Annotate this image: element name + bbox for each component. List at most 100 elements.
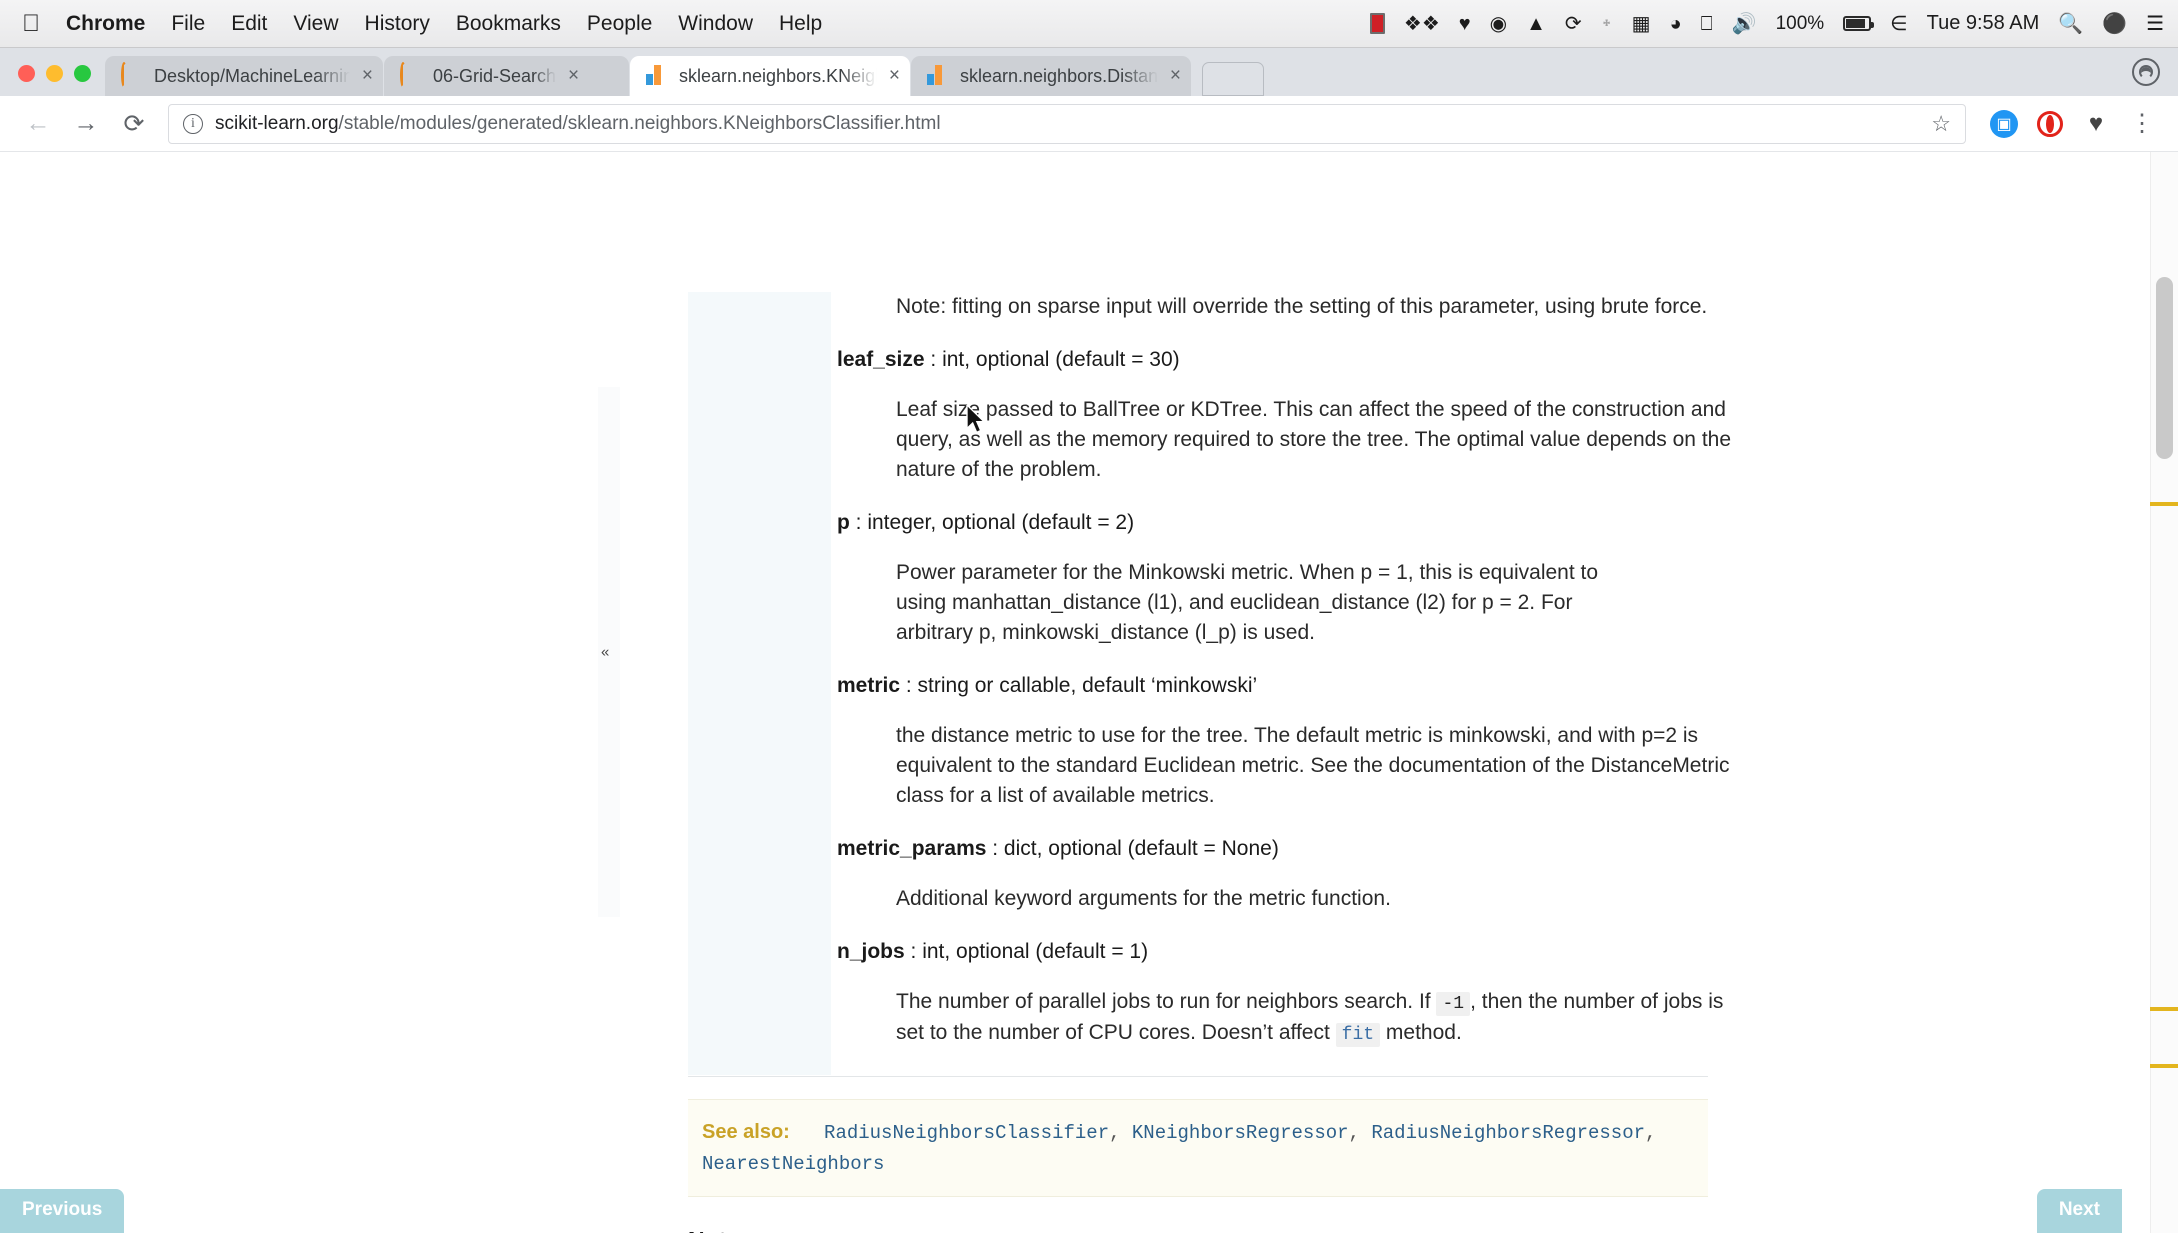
param-spec: : integer, optional (default = 2) — [849, 510, 1135, 534]
see-also-box: See also: RadiusNeighborsClassifier, KNe… — [688, 1098, 1708, 1198]
njobs-text-a: The number of parallel jobs to run for n… — [896, 990, 1437, 1014]
window-zoom-button[interactable] — [74, 65, 91, 82]
tab-close-icon[interactable]: × — [568, 65, 579, 87]
see-also-link-radiusneighborsregressor[interactable]: RadiusNeighborsRegressor — [1371, 1122, 1645, 1144]
menu-item-edit[interactable]: Edit — [231, 12, 267, 36]
menu-item-view[interactable]: View — [293, 12, 338, 36]
bookmark-star-icon[interactable]: ☆ — [1931, 111, 1951, 137]
wifi-icon[interactable]: ◕ — [1670, 14, 1682, 34]
tab-title: 06-Grid-Search — [433, 65, 557, 86]
page-scrollbar[interactable] — [2150, 152, 2178, 1233]
menu-item-history[interactable]: History — [365, 12, 430, 36]
new-tab-button[interactable] — [1202, 62, 1264, 96]
see-also-label: See also: — [702, 1120, 790, 1143]
menu-bar-clock[interactable]: Tue 9:58 AM — [1927, 12, 2040, 35]
notification-center-icon[interactable]: ☰ — [2146, 14, 2164, 34]
profile-avatar-icon[interactable] — [2132, 58, 2160, 86]
scikit-learn-icon — [646, 65, 668, 87]
volume-icon[interactable]: 🔊 — [1732, 14, 1757, 34]
see-also-link-nearestneighbors[interactable]: NearestNeighbors — [702, 1153, 884, 1175]
cn-app-icon[interactable]: ◉ — [1490, 14, 1507, 34]
battery-icon[interactable] — [1843, 16, 1875, 31]
previous-page-button[interactable]: Previous — [0, 1189, 125, 1233]
menu-item-window[interactable]: Window — [678, 12, 753, 36]
browser-toolbar: ← → ⟳ i scikit-learn.org /stable/modules… — [0, 96, 2178, 152]
red-app-icon[interactable] — [1369, 13, 1385, 34]
menu-item-file[interactable]: File — [171, 12, 205, 36]
scrollbar-find-mark — [2150, 1007, 2178, 1011]
browser-window: Desktop/MachineLearning/Ch × 06-Grid-Sea… — [0, 48, 2178, 152]
url-host: scikit-learn.org — [215, 112, 339, 134]
tab-close-icon[interactable]: × — [362, 65, 373, 87]
param-description: The number of parallel jobs to run for n… — [688, 987, 1753, 1048]
param-spec: : int, optional (default = 30) — [924, 347, 1180, 371]
param-name: n_jobs — [837, 939, 905, 963]
njobs-text-c: method. — [1380, 1020, 1462, 1044]
address-bar[interactable]: i scikit-learn.org /stable/modules/gener… — [168, 103, 1966, 144]
pocket-extension-icon[interactable]: ▣ — [1986, 106, 2022, 142]
param-n-jobs: n_jobs : int, optional (default = 1) The… — [688, 936, 1838, 1049]
opera-vpn-extension-icon[interactable] — [2032, 106, 2068, 142]
see-also-link-kneighborsregressor[interactable]: KNeighborsRegressor — [1132, 1122, 1349, 1144]
airplay-icon[interactable]: ⎕ — [1701, 14, 1713, 34]
macos-menu-bar:  Chrome File Edit View History Bookmark… — [0, 0, 2178, 48]
back-button[interactable]: ← — [14, 100, 62, 148]
sidebar-collapse-handle[interactable]: « — [598, 387, 620, 917]
param-name-row: p : integer, optional (default = 2) — [688, 507, 1838, 539]
param-leaf-size: leaf_size : int, optional (default = 30)… — [688, 344, 1838, 485]
tab-kneighborsclassifier[interactable]: sklearn.neighbors.KNeighbors × — [630, 56, 910, 96]
documentation-body: Note: fitting on sparse input will overr… — [688, 292, 2150, 1233]
loading-throbber-icon — [121, 62, 143, 88]
param-name-row: metric_params : dict, optional (default … — [688, 833, 1838, 865]
sogou-icon[interactable]: ∈ — [1890, 14, 1907, 34]
bluetooth-icon[interactable]: ᛭ — [1601, 14, 1613, 34]
forward-button[interactable]: → — [62, 100, 110, 148]
param-spec: : string or callable, default ‘minkowski… — [900, 673, 1258, 697]
spotlight-search-icon[interactable]: 🔍 — [2058, 14, 2083, 34]
sparse-input-note: Note: fitting on sparse input will overr… — [896, 295, 1708, 318]
tab-06-grid-search[interactable]: 06-Grid-Search × — [384, 56, 629, 96]
window-close-button[interactable] — [18, 65, 35, 82]
keyboard-icon[interactable]: ▦ — [1632, 14, 1651, 34]
param-p: p : integer, optional (default = 2) Powe… — [688, 507, 1838, 648]
window-controls[interactable] — [14, 65, 105, 96]
apple-logo-icon[interactable]:  — [22, 11, 40, 36]
param-description: Power parameter for the Minkowski metric… — [896, 561, 1599, 644]
param-name-row: metric : string or callable, default ‘mi… — [688, 670, 1838, 702]
see-also-link-radiusneighborsclassifier[interactable]: RadiusNeighborsClassifier — [824, 1122, 1109, 1144]
notes-heading: Notes — [688, 1227, 1838, 1233]
menu-item-help[interactable]: Help — [779, 12, 822, 36]
tab-title: sklearn.neighbors.DistanceMe — [960, 65, 1158, 86]
window-minimize-button[interactable] — [46, 65, 63, 82]
param-spec: : int, optional (default = 1) — [904, 939, 1149, 963]
chevron-left-double-icon[interactable]: « — [601, 645, 609, 660]
menu-item-bookmarks[interactable]: Bookmarks — [456, 12, 561, 36]
content-column: Note: fitting on sparse input will overr… — [688, 292, 1838, 1233]
see-also-separator: , — [1348, 1121, 1360, 1144]
reload-button[interactable]: ⟳ — [110, 100, 158, 148]
see-also-separator: , — [1645, 1121, 1657, 1144]
param-description: Additional keyword arguments for the met… — [896, 887, 1391, 911]
evernote-elephant-icon[interactable]: ♥ — [1459, 14, 1471, 34]
evernote-webclipper-icon[interactable]: ♥ — [2078, 106, 2114, 142]
tab-distancemetric[interactable]: sklearn.neighbors.DistanceMe × — [911, 56, 1191, 96]
browser-menu-icon[interactable]: ⋮ — [2124, 106, 2160, 142]
site-info-icon[interactable]: i — [183, 113, 203, 134]
param-metric: metric : string or callable, default ‘mi… — [688, 670, 1838, 811]
scrollbar-find-mark — [2150, 502, 2178, 506]
tab-desktop-machinelearning[interactable]: Desktop/MachineLearning/Ch × — [105, 56, 383, 96]
next-page-button[interactable]: Next — [2036, 1189, 2122, 1233]
siri-icon[interactable]: ⚫ — [2102, 14, 2127, 34]
tab-close-icon[interactable]: × — [889, 65, 900, 87]
time-machine-icon[interactable]: ⟳ — [1565, 14, 1582, 34]
param-name-row: leaf_size : int, optional (default = 30) — [688, 344, 1838, 376]
tab-title: sklearn.neighbors.KNeighbors — [679, 65, 877, 86]
menu-item-people[interactable]: People — [587, 12, 652, 36]
menu-item-chrome[interactable]: Chrome — [66, 12, 145, 36]
scrollbar-thumb[interactable] — [2156, 277, 2173, 459]
tab-close-icon[interactable]: × — [1170, 65, 1181, 87]
page-viewport: « Note: fitting on sparse input will ove… — [0, 152, 2178, 1233]
url-path: /stable/modules/generated/sklearn.neighb… — [338, 112, 941, 134]
dropbox-icon[interactable]: ❖❖ — [1404, 14, 1440, 34]
bartender-icon[interactable]: ▲ — [1526, 14, 1546, 34]
